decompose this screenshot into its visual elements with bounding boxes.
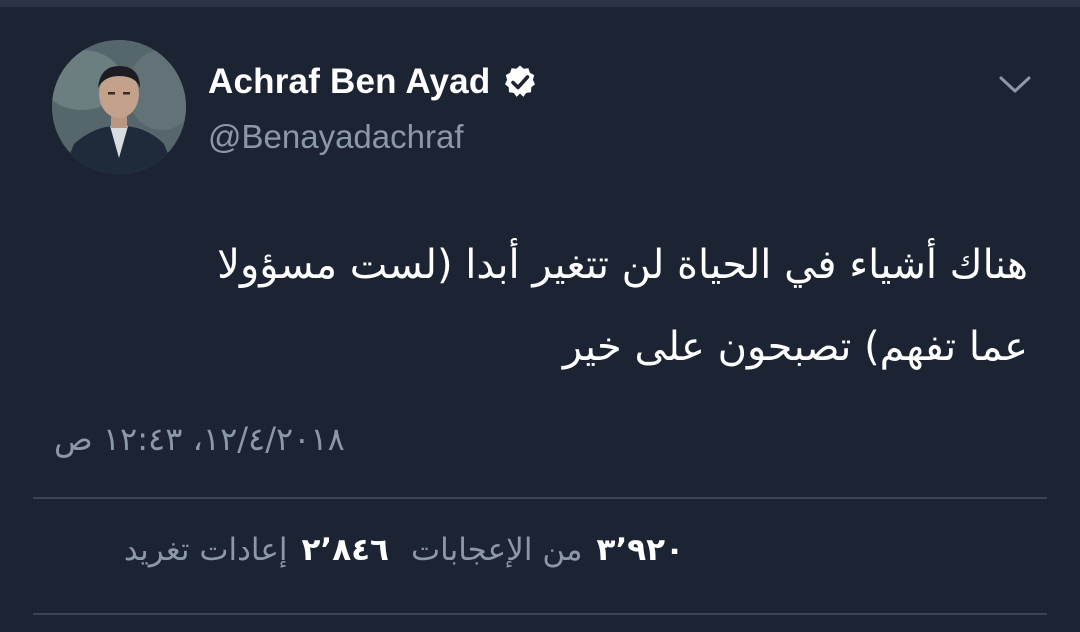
tweet-text: هناك أشياء في الحياة لن تتغير أبدا (لست … [68,224,1028,388]
tweet-stats: ٣٬٩٢٠ من الإعجابات ٢٬٨٤٦ إعادات تغريد [54,532,684,568]
tweet-header: Achraf Ben Ayad @Benayadachraf [52,40,1052,180]
user-handle[interactable]: @Benayadachraf [208,118,538,156]
display-name[interactable]: Achraf Ben Ayad [208,62,490,102]
avatar-photo-icon [52,40,186,174]
display-name-row: Achraf Ben Ayad [208,60,538,104]
verified-badge-icon [505,65,536,97]
tweet-text-line: هناك أشياء في الحياة لن تتغير أبدا (لست … [217,242,1028,288]
likes-stat[interactable]: ٣٬٩٢٠ من الإعجابات [411,532,684,568]
divider [33,497,1047,499]
top-divider [0,0,1080,7]
user-info: Achraf Ben Ayad @Benayadachraf [208,60,538,156]
tweet-text-line: عما تفهم) تصبحون على خير [562,324,1028,370]
divider [33,613,1047,615]
retweets-stat[interactable]: ٢٬٨٤٦ إعادات تغريد [124,532,389,568]
retweets-label: إعادات تغريد [123,532,288,568]
likes-count: ٣٬٩٢٠ [596,532,684,568]
avatar[interactable] [52,40,186,174]
retweets-count: ٢٬٨٤٦ [301,532,389,568]
likes-label: من الإعجابات [410,532,583,568]
chevron-down-icon[interactable] [998,74,1032,96]
tweet-timestamp[interactable]: ١٢/٤/٢٠١٨، ١٢:٤٣ ص [54,420,394,458]
